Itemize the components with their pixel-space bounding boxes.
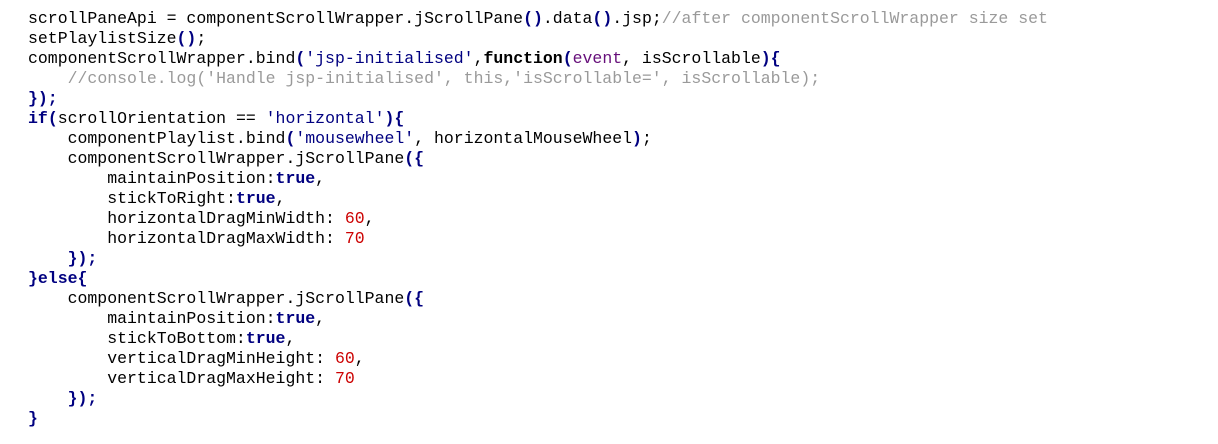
code-line: horizontalDragMinWidth: 60, [28, 209, 1208, 229]
code-token-paren: { [77, 269, 88, 288]
code-token-plain: .data [542, 9, 593, 28]
code-line: componentScrollWrapper.bind('jsp-initial… [28, 49, 1208, 69]
code-token-plain: stickToBottom: [28, 329, 246, 348]
code-token-paren: ) [760, 49, 771, 68]
code-line: componentScrollWrapper.jScrollPane({ [28, 289, 1208, 309]
code-token-plain: , horizontalMouseWheel [414, 129, 633, 148]
code-token-paren: ( [295, 49, 306, 68]
code-token-number: 70 [344, 229, 365, 248]
code-token-plain: ; [641, 129, 652, 148]
code-token-paren: ) [384, 109, 395, 128]
code-token-comment: //console.log('Handle jsp-initialised', … [67, 69, 821, 88]
code-token-paren: ( [562, 49, 573, 68]
code-token-string: 'jsp-initialised' [305, 49, 474, 68]
code-token-string: 'mousewheel' [295, 129, 415, 148]
code-line: scrollPaneApi = componentScrollWrapper.j… [28, 9, 1208, 29]
code-line: verticalDragMaxHeight: 70 [28, 369, 1208, 389]
code-token-plain: , [275, 189, 286, 208]
code-token-plain: horizontalDragMaxWidth: [28, 229, 345, 248]
code-token-plain: componentPlaylist.bind [28, 129, 286, 148]
code-token-paren: ) [632, 129, 642, 148]
code-token-plain: componentScrollWrapper.bind [28, 49, 296, 68]
code-token-number: 60 [344, 209, 365, 228]
code-block: scrollPaneApi = componentScrollWrapper.j… [28, 9, 1208, 429]
code-line: componentScrollWrapper.jScrollPane({ [28, 149, 1208, 169]
code-token-paren: () [176, 29, 197, 48]
code-token-keyword: true [275, 169, 316, 188]
code-token-fn: function [483, 49, 563, 68]
code-token-plain: , [364, 209, 375, 228]
code-line: }); [28, 249, 1208, 269]
code-token-plain: maintainPosition: [28, 309, 276, 328]
code-token-plain: , isScrollable [622, 49, 761, 68]
code-token-plain: , [315, 309, 326, 328]
code-token-plain: stickToRight: [28, 189, 236, 208]
code-token-keyword: true [275, 309, 316, 328]
code-line: } [28, 409, 1208, 429]
code-token-keyword: if [28, 109, 48, 128]
code-token-comment: //after componentScrollWrapper size set [661, 9, 1048, 28]
code-token-plain: maintainPosition: [28, 169, 276, 188]
code-token-paren: ({ [404, 149, 425, 168]
code-line: }else{ [28, 269, 1208, 289]
code-token-paren: ({ [404, 289, 425, 308]
code-token-string: 'horizontal' [265, 109, 385, 128]
code-token-paren: } [28, 269, 38, 288]
code-token-keyword: else [37, 269, 78, 288]
code-line: }); [28, 89, 1208, 109]
code-line: maintainPosition:true, [28, 169, 1208, 189]
code-token-plain: , [285, 329, 296, 348]
code-line: componentPlaylist.bind('mousewheel', hor… [28, 129, 1208, 149]
code-token-keyword: true [245, 329, 286, 348]
code-token-paren: () [523, 9, 543, 28]
code-line: maintainPosition:true, [28, 309, 1208, 329]
code-token-plain: ; [196, 29, 207, 48]
code-line: stickToBottom:true, [28, 329, 1208, 349]
code-token-plain: componentScrollWrapper.jScrollPane [28, 289, 405, 308]
code-token-plain: horizontalDragMinWidth: [28, 209, 345, 228]
code-token-plain: componentScrollWrapper.jScrollPane [28, 149, 405, 168]
code-token-paren: } [28, 409, 38, 428]
code-token-plain: setPlaylistSize [28, 29, 177, 48]
code-line: }); [28, 389, 1208, 409]
code-line: verticalDragMinHeight: 60, [28, 349, 1208, 369]
code-token-plain: .jsp; [612, 9, 662, 28]
code-token-paren: }); [67, 249, 98, 268]
code-token-plain: verticalDragMinHeight: [28, 349, 335, 368]
code-token-paren: ( [285, 129, 296, 148]
code-token-plain: , [473, 49, 484, 68]
code-token-paren: () [592, 9, 613, 28]
code-line: stickToRight:true, [28, 189, 1208, 209]
code-line: //console.log('Handle jsp-initialised', … [28, 69, 1208, 89]
code-line: setPlaylistSize(); [28, 29, 1208, 49]
code-token-number: 70 [334, 369, 355, 388]
code-token-keyword: true [235, 189, 276, 208]
code-line: if(scrollOrientation == 'horizontal'){ [28, 109, 1208, 129]
code-token-paren: { [770, 49, 781, 68]
code-token-plain: , [354, 349, 365, 368]
code-token-number: 60 [334, 349, 355, 368]
code-token-paren: }); [67, 389, 98, 408]
code-token-paren: { [394, 109, 405, 128]
code-token-paren: ( [47, 109, 58, 128]
code-token-plain: , [315, 169, 326, 188]
code-token-paren: }); [28, 89, 58, 108]
code-token-plain: scrollPaneApi = componentScrollWrapper.j… [28, 9, 524, 28]
code-token-param: event [572, 49, 623, 68]
code-token-plain: verticalDragMaxHeight: [28, 369, 335, 388]
code-token-plain: scrollOrientation == [57, 109, 266, 128]
code-line: horizontalDragMaxWidth: 70 [28, 229, 1208, 249]
